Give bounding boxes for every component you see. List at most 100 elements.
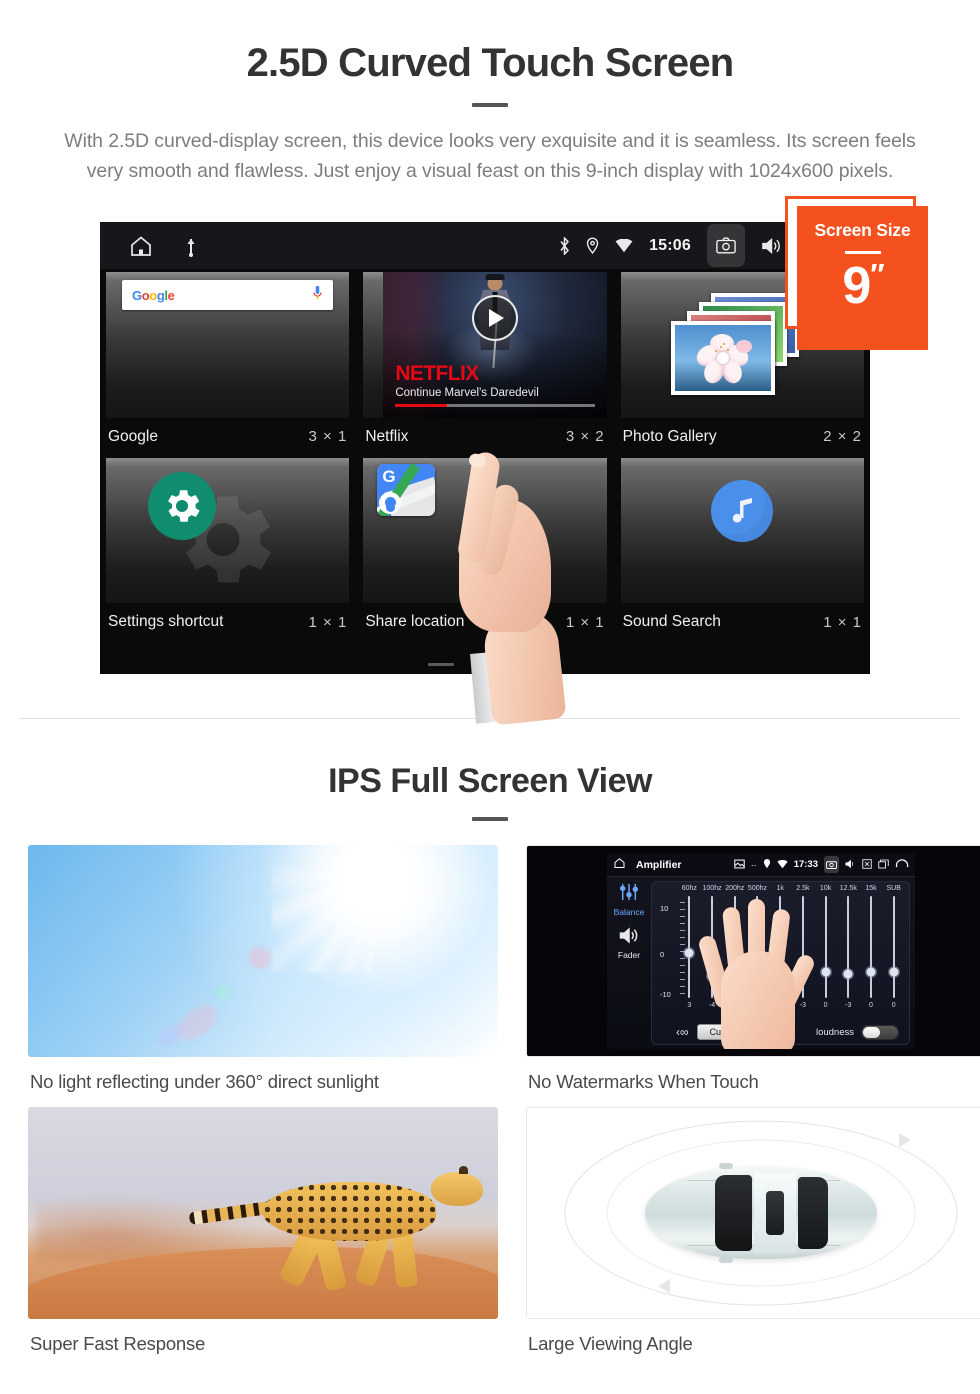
page-dot[interactable]	[472, 663, 498, 666]
side-mirror	[719, 1163, 734, 1169]
location-icon	[586, 237, 599, 254]
feature-card-fast-response: Super Fast Response	[28, 1107, 498, 1355]
fader-label: Fader	[617, 950, 641, 960]
curved-touch-screen-section: 2.5D Curved Touch Screen With 2.5D curve…	[0, 0, 980, 726]
music-note-icon	[711, 479, 774, 542]
back-icon[interactable]	[895, 856, 909, 874]
loudness-label: loudness	[815, 1026, 854, 1038]
netflix-widget-preview: NETFLIX Continue Marvel's Daredevil	[363, 272, 607, 418]
widget-size: 1 × 1	[565, 613, 605, 631]
image-icon[interactable]	[733, 856, 745, 874]
camera-icon[interactable]	[824, 856, 839, 873]
play-button[interactable]	[471, 295, 518, 341]
widget-label: Netflix	[365, 427, 409, 445]
google-search-bar[interactable]: Google	[122, 280, 334, 310]
eq-slider[interactable]	[860, 894, 883, 1002]
volume-icon[interactable]	[845, 856, 856, 874]
band-label: 100hz	[702, 885, 722, 892]
ips-full-screen-view-section: IPS Full Screen View No light reflecting…	[0, 740, 980, 1369]
bluetooth-icon	[559, 236, 570, 255]
google-widget-preview: Google	[106, 272, 350, 418]
card-caption: Large Viewing Angle	[528, 1333, 693, 1354]
car-diagram	[526, 1107, 980, 1319]
eq-slider[interactable]	[814, 894, 837, 1002]
badge-divider	[844, 251, 881, 254]
amplifier-screenshot: Amplifier ·· 17:33 Balance Fader 60hz 10…	[526, 845, 980, 1057]
card-caption: No light reflecting under 360° direct su…	[30, 1071, 379, 1092]
gear-icon	[148, 471, 216, 540]
rotation-arrow-top	[898, 1133, 911, 1148]
status-time: 15:06	[649, 236, 691, 254]
widget-size: 2 × 2	[823, 428, 862, 445]
screen-size-badge: Screen Size 9″	[797, 206, 928, 350]
loudness-toggle[interactable]	[861, 1024, 899, 1040]
bluetooth-icon: ··	[750, 859, 757, 870]
axis-bottom: -10	[660, 990, 671, 999]
widget-size: 1 × 1	[308, 613, 348, 631]
sun-rays	[272, 845, 498, 973]
eq-slider[interactable]	[678, 894, 701, 1002]
band-label: SUB	[886, 885, 901, 892]
usb-icon	[184, 235, 198, 257]
widget-size: 3 × 2	[565, 428, 605, 445]
widget-picker-grid: Google Google 3 × 1 NETFLIX Continue Mar…	[100, 269, 870, 641]
page-title: 2.5D Curved Touch Screen	[246, 41, 735, 85]
page-dot-active[interactable]	[516, 663, 542, 666]
page-dot[interactable]	[428, 663, 454, 666]
sound-search-preview	[620, 457, 864, 603]
band-value: -3	[845, 1002, 852, 1009]
widget-label: Photo Gallery	[622, 427, 717, 445]
feature-card-watermarks: Amplifier ·· 17:33 Balance Fader 60hz 10…	[526, 845, 980, 1093]
widget-tile-sound-search[interactable]: Sound Search 1 × 1	[615, 457, 870, 642]
netflix-artwork: NETFLIX Continue Marvel's Daredevil	[383, 272, 607, 418]
recent-apps-icon[interactable]	[878, 856, 889, 874]
card-caption: Super Fast Response	[30, 1333, 206, 1354]
home-icon[interactable]	[613, 856, 626, 874]
widget-tile-google[interactable]: Google Google 3 × 1	[100, 272, 355, 456]
progress-bar	[395, 404, 595, 407]
widget-tile-netflix[interactable]: NETFLIX Continue Marvel's Daredevil Netf…	[357, 272, 612, 456]
mic-icon[interactable]	[312, 285, 323, 306]
rear-window	[798, 1177, 829, 1249]
widget-tile-settings-shortcut[interactable]: Settings shortcut 1 × 1	[100, 457, 355, 642]
car-top-view	[645, 1163, 877, 1263]
android-status-bar: 15:06	[100, 222, 870, 269]
camera-icon[interactable]	[707, 224, 745, 267]
balance-label: Balance	[613, 907, 645, 917]
wifi-icon	[615, 238, 633, 253]
page-indicator	[100, 663, 870, 666]
band-value: 0	[823, 1002, 828, 1009]
band-label: 500hz	[747, 885, 767, 892]
band-label: 200hz	[725, 885, 745, 892]
sunlight-image	[28, 845, 498, 1057]
blue-sky	[28, 845, 498, 1057]
cheetah-image	[28, 1107, 498, 1319]
widget-label: Share location	[365, 613, 465, 630]
title-underline	[472, 103, 508, 107]
badge-value: 9″	[797, 260, 928, 312]
fader-button[interactable]: Fader	[607, 927, 651, 960]
band-value: 3	[687, 1002, 692, 1009]
widget-size: 1 × 1	[823, 613, 862, 631]
band-value: 0	[891, 1002, 896, 1009]
windshield	[714, 1175, 752, 1251]
eq-slider[interactable]	[837, 894, 860, 1002]
volume-icon[interactable]	[761, 237, 782, 255]
viewing-angle-scene	[527, 1108, 980, 1318]
widget-size: 3 × 1	[308, 428, 348, 445]
amplifier-status-bar: Amplifier ·· 17:33	[607, 853, 915, 877]
lens-flare	[216, 984, 230, 999]
section-title: IPS Full Screen View	[328, 762, 652, 800]
axis-mid: 0	[660, 950, 665, 959]
balance-button[interactable]: Balance	[607, 883, 651, 917]
home-icon[interactable]	[128, 234, 154, 258]
badge-title: Screen Size	[814, 220, 911, 240]
close-box-icon[interactable]	[862, 856, 872, 874]
back-arrow-icon[interactable]: ‹∞	[676, 1025, 689, 1039]
feature-card-sunlight: No light reflecting under 360° direct su…	[28, 845, 498, 1093]
eq-slider[interactable]	[882, 894, 905, 1002]
badge-unit: ″	[870, 258, 884, 292]
share-location-preview: G	[363, 457, 607, 603]
widget-tile-share-location[interactable]: G Share location 1 × 1	[357, 457, 612, 642]
intro-paragraph: With 2.5D curved-display screen, this de…	[64, 130, 916, 182]
